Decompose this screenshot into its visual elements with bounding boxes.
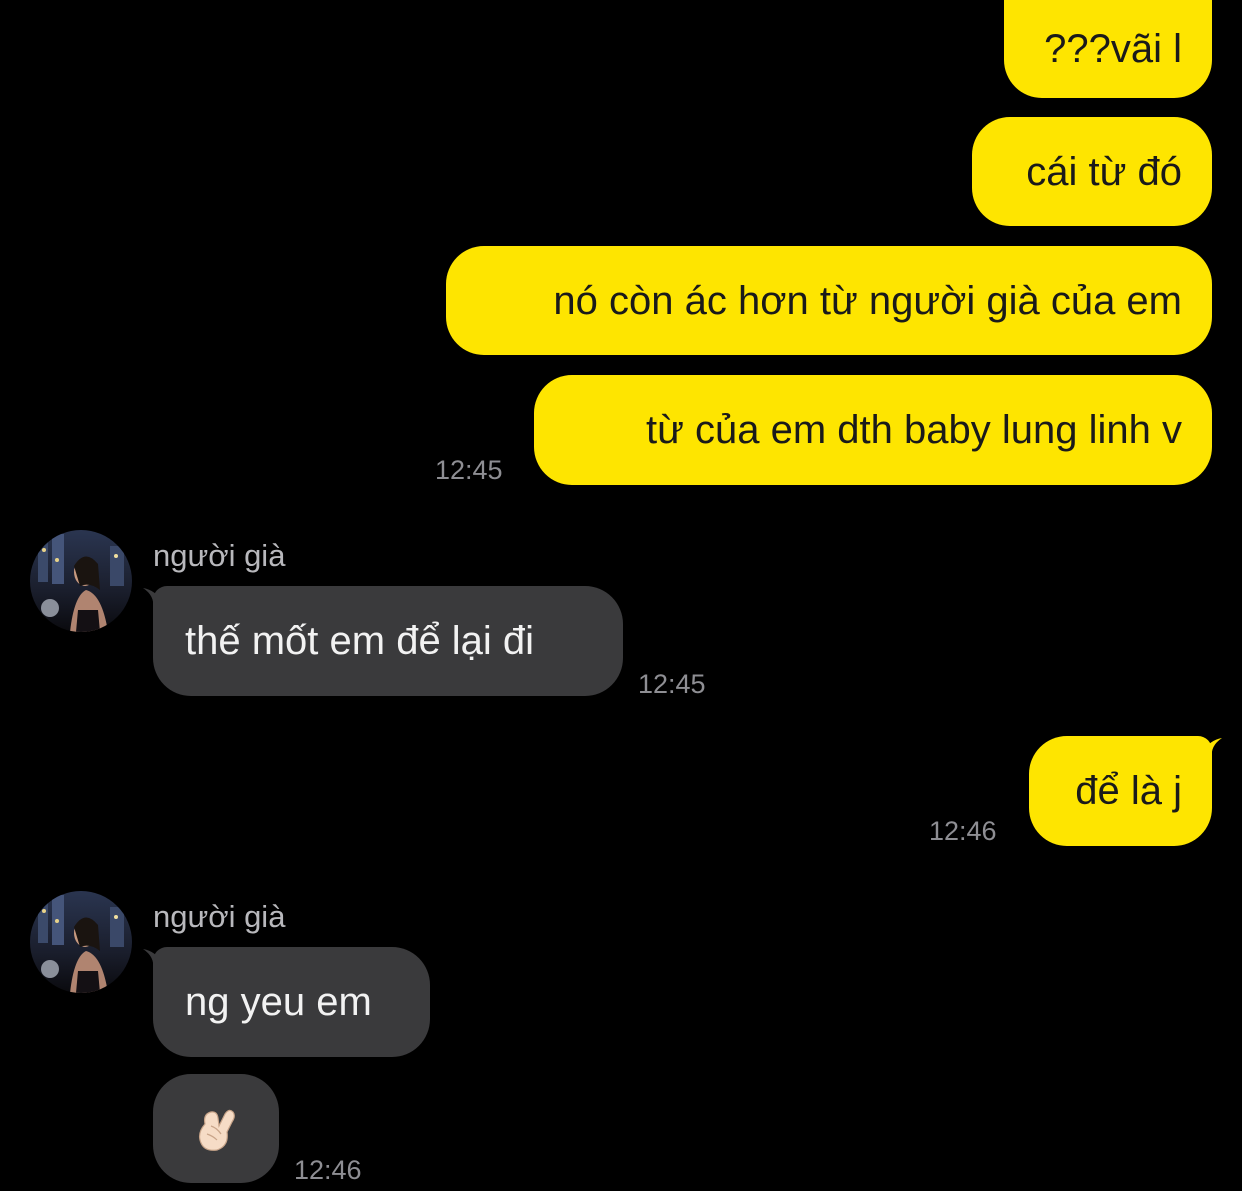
outgoing-message-bubble[interactable]: để là j xyxy=(1029,736,1212,846)
sender-name: người già xyxy=(153,538,286,573)
outgoing-message-bubble[interactable]: từ của em dth baby lung linh v xyxy=(534,375,1212,485)
finger-heart-emoji-icon xyxy=(198,1109,235,1151)
message-text: ???vãi l xyxy=(1044,27,1182,71)
message-timestamp: 12:46 xyxy=(294,1155,362,1185)
outgoing-message-bubble[interactable]: cái từ đó xyxy=(972,117,1212,226)
message-text: để là j xyxy=(1075,769,1182,813)
message-timestamp: 12:46 xyxy=(929,816,997,846)
message-timestamp: 12:45 xyxy=(435,455,503,485)
message-text: nó còn ác hơn từ người già của em xyxy=(553,278,1182,323)
incoming-message-bubble[interactable]: thế mốt em để lại đi xyxy=(153,586,623,696)
message-timestamp: 12:45 xyxy=(638,669,706,699)
sender-name: người già xyxy=(153,899,286,934)
incoming-message-bubble[interactable]: ng yeu em xyxy=(153,947,430,1057)
contact-avatar[interactable] xyxy=(30,530,132,632)
outgoing-message-bubble[interactable]: ???vãi l xyxy=(1004,0,1212,98)
message-text: từ của em dth baby lung linh v xyxy=(646,408,1182,452)
contact-avatar[interactable] xyxy=(30,891,132,993)
outgoing-message-bubble[interactable]: nó còn ác hơn từ người già của em xyxy=(446,246,1212,355)
message-text: thế mốt em để lại đi xyxy=(185,619,535,663)
incoming-emoji-bubble[interactable] xyxy=(153,1074,279,1183)
message-text: cái từ đó xyxy=(1026,149,1182,194)
message-text: ng yeu em xyxy=(185,980,372,1024)
